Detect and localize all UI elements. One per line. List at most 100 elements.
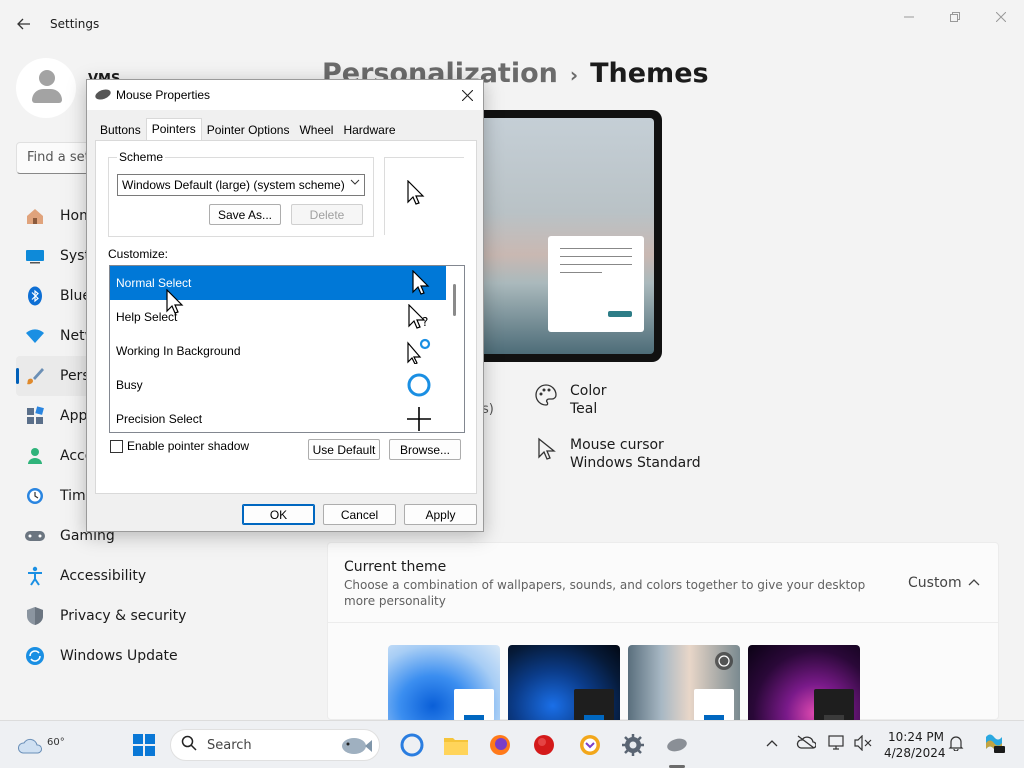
accessibility-icon [24, 565, 46, 587]
avatar-head-icon [39, 70, 55, 86]
svg-text:?: ? [422, 315, 428, 329]
busy-cursor-icon [407, 373, 431, 397]
back-button[interactable] [12, 12, 36, 36]
minimize-button[interactable] [886, 6, 932, 28]
chevron-badge-icon [580, 735, 600, 755]
mouse-cursor-icon [534, 437, 558, 461]
circle-app-icon [400, 733, 424, 757]
tab-hardware[interactable]: Hardware [338, 120, 400, 140]
file-explorer-app[interactable] [442, 731, 470, 759]
list-item[interactable]: Normal Select [110, 266, 446, 300]
pointers-tab-panel: Scheme Windows Default (large) (system s… [95, 140, 477, 494]
cursor-preview [384, 157, 464, 235]
cursor-list[interactable]: Normal Select Help Select ? Working In B… [109, 265, 465, 433]
mouse-icon [667, 738, 687, 752]
palette-icon [534, 383, 558, 407]
checkbox-box[interactable] [110, 439, 123, 453]
mouse-properties-taskbar-app[interactable] [663, 731, 691, 759]
dialog-title: Mouse Properties [116, 88, 211, 102]
theme-thumbnail-light[interactable] [388, 645, 500, 721]
sound-muted-icon[interactable] [854, 734, 872, 755]
apply-button[interactable]: Apply [404, 504, 477, 525]
camera-icon [715, 652, 733, 670]
sidebar-item-privacy[interactable]: Privacy & security [16, 596, 306, 636]
taskbar-search-input[interactable]: Search [170, 729, 380, 761]
minimize-icon [904, 16, 914, 18]
accounts-icon [24, 445, 46, 467]
start-button[interactable] [130, 731, 158, 759]
tab-buttons[interactable]: Buttons [95, 120, 146, 140]
close-icon [461, 89, 473, 101]
list-scrollbar[interactable] [446, 266, 464, 432]
dialog-titlebar[interactable]: Mouse Properties [87, 80, 483, 110]
scrollbar-thumb[interactable] [453, 284, 456, 316]
display-icon[interactable] [828, 735, 846, 755]
delete-button[interactable]: Delete [291, 204, 363, 225]
tab-pointers[interactable]: Pointers [145, 118, 202, 141]
copilot-icon[interactable] [982, 731, 1006, 759]
theme-thumbnail-glow[interactable] [628, 645, 740, 721]
close-icon [996, 12, 1006, 22]
list-item[interactable]: Precision Select [110, 402, 446, 432]
mouse-cursor-setting[interactable]: Mouse cursor Windows Standard [534, 437, 701, 471]
shield-icon [24, 605, 46, 627]
crosshair-cursor-icon [407, 407, 431, 431]
weather-widget[interactable]: 60° [16, 729, 65, 761]
folder-icon [444, 738, 468, 755]
search-icon [181, 735, 197, 755]
mouse-pointer-icon [166, 289, 184, 314]
browse-button[interactable]: Browse... [389, 439, 461, 460]
tab-wheel[interactable]: Wheel [294, 120, 338, 140]
mouse-properties-dialog: Mouse Properties Buttons Pointers Pointe… [86, 79, 484, 532]
settings-titlebar: Settings [0, 0, 1024, 48]
dialog-tabs: Buttons Pointers Pointer Options Wheel H… [95, 118, 401, 141]
red-circle-app[interactable] [530, 731, 558, 759]
save-as-button[interactable]: Save As... [209, 204, 281, 225]
cloud-icon [17, 738, 42, 754]
onedrive-offline-icon[interactable] [796, 735, 817, 753]
cancel-button[interactable]: Cancel [323, 504, 396, 525]
color-setting[interactable]: Color Teal [534, 383, 607, 417]
tab-pointer-options[interactable]: Pointer Options [202, 120, 295, 140]
theme-preview-window [548, 236, 644, 332]
list-item[interactable]: Busy [110, 368, 446, 402]
arrow-cursor-icon [412, 270, 430, 295]
scheme-dropdown[interactable]: Windows Default (large) (system scheme) [117, 174, 365, 196]
use-default-button[interactable]: Use Default [308, 439, 380, 460]
system-icon [24, 245, 46, 267]
notification-bell-icon[interactable] [948, 735, 964, 755]
chevron-up-icon[interactable] [766, 735, 778, 751]
firefox-app[interactable] [486, 731, 514, 759]
home-icon [24, 205, 46, 227]
arrow-cursor-icon [407, 180, 425, 205]
brave-like-app[interactable] [576, 731, 604, 759]
list-item[interactable]: Working In Background [110, 334, 446, 368]
theme-thumbnail-captured[interactable] [748, 645, 860, 721]
current-theme-title: Current theme [344, 559, 447, 575]
maximize-button[interactable] [932, 6, 978, 28]
sidebar-item-windows-update[interactable]: Windows Update [16, 636, 306, 676]
current-theme-value: Custom [908, 575, 962, 591]
fish-icon [342, 738, 372, 754]
ok-button[interactable]: OK [242, 504, 315, 525]
back-arrow-icon [17, 18, 30, 30]
close-window-button[interactable] [978, 6, 1024, 28]
gear-icon [622, 734, 644, 756]
chevron-up-icon[interactable] [968, 574, 980, 590]
current-theme-header[interactable]: Current theme Choose a combination of wa… [328, 543, 998, 623]
taskbar-clock[interactable]: 10:24 PM 4/28/2024 [884, 729, 946, 761]
avatar-body-icon [32, 89, 62, 103]
theme-thumbnail-dark[interactable] [508, 645, 620, 721]
red-circle-icon [534, 735, 554, 755]
customize-label: Customize: [108, 247, 169, 261]
bluetooth-icon [24, 285, 46, 307]
taskbar: 60° Search 10:24 PM 4/28/2024 [0, 720, 1024, 768]
cortana-app[interactable] [398, 731, 426, 759]
list-item[interactable]: Help Select ? [110, 300, 446, 334]
sidebar-item-accessibility[interactable]: Accessibility [16, 556, 306, 596]
enable-pointer-shadow-checkbox[interactable]: Enable pointer shadow [110, 439, 249, 453]
settings-app[interactable] [619, 731, 647, 759]
scheme-groupbox: Scheme Windows Default (large) (system s… [108, 150, 374, 237]
dialog-close-button[interactable] [457, 85, 477, 105]
avatar[interactable] [16, 58, 76, 118]
